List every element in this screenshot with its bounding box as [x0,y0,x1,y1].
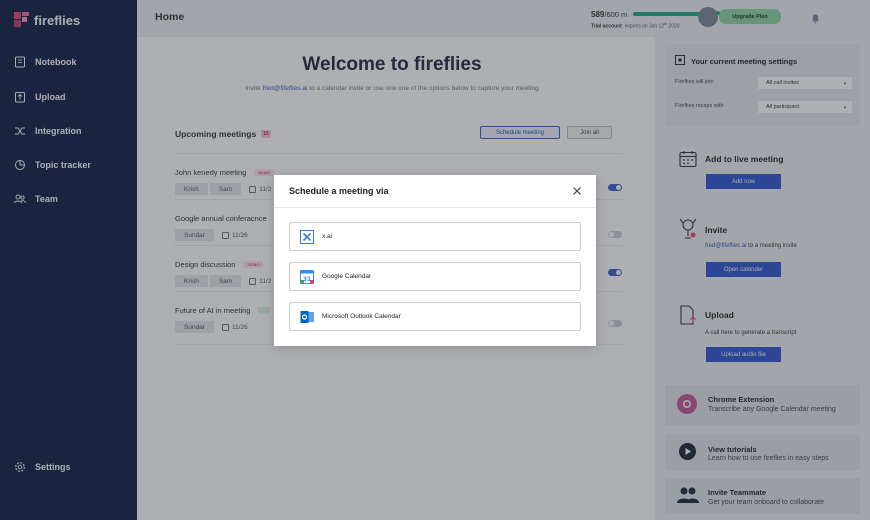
option-label: Google Calendar [322,273,372,280]
close-icon[interactable] [571,184,583,196]
schedule-option-google-calendar[interactable]: 31 Google Calendar [289,262,581,291]
xai-icon [300,229,314,244]
modal-title: Schedule a meeting via [289,186,389,196]
google-calendar-icon: 31 [300,269,314,284]
schedule-option-outlook[interactable]: Microsoft Outlook Calendar [289,302,581,331]
outlook-icon [300,310,314,324]
schedule-option-xai[interactable]: x.ai [289,222,581,251]
schedule-meeting-modal: Schedule a meeting via x.ai 31 Google Ca… [274,175,596,346]
modal-divider [274,207,596,208]
svg-text:31: 31 [303,276,311,283]
option-label: Microsoft Outlook Calendar [322,313,401,320]
option-label: x.ai [322,233,333,240]
